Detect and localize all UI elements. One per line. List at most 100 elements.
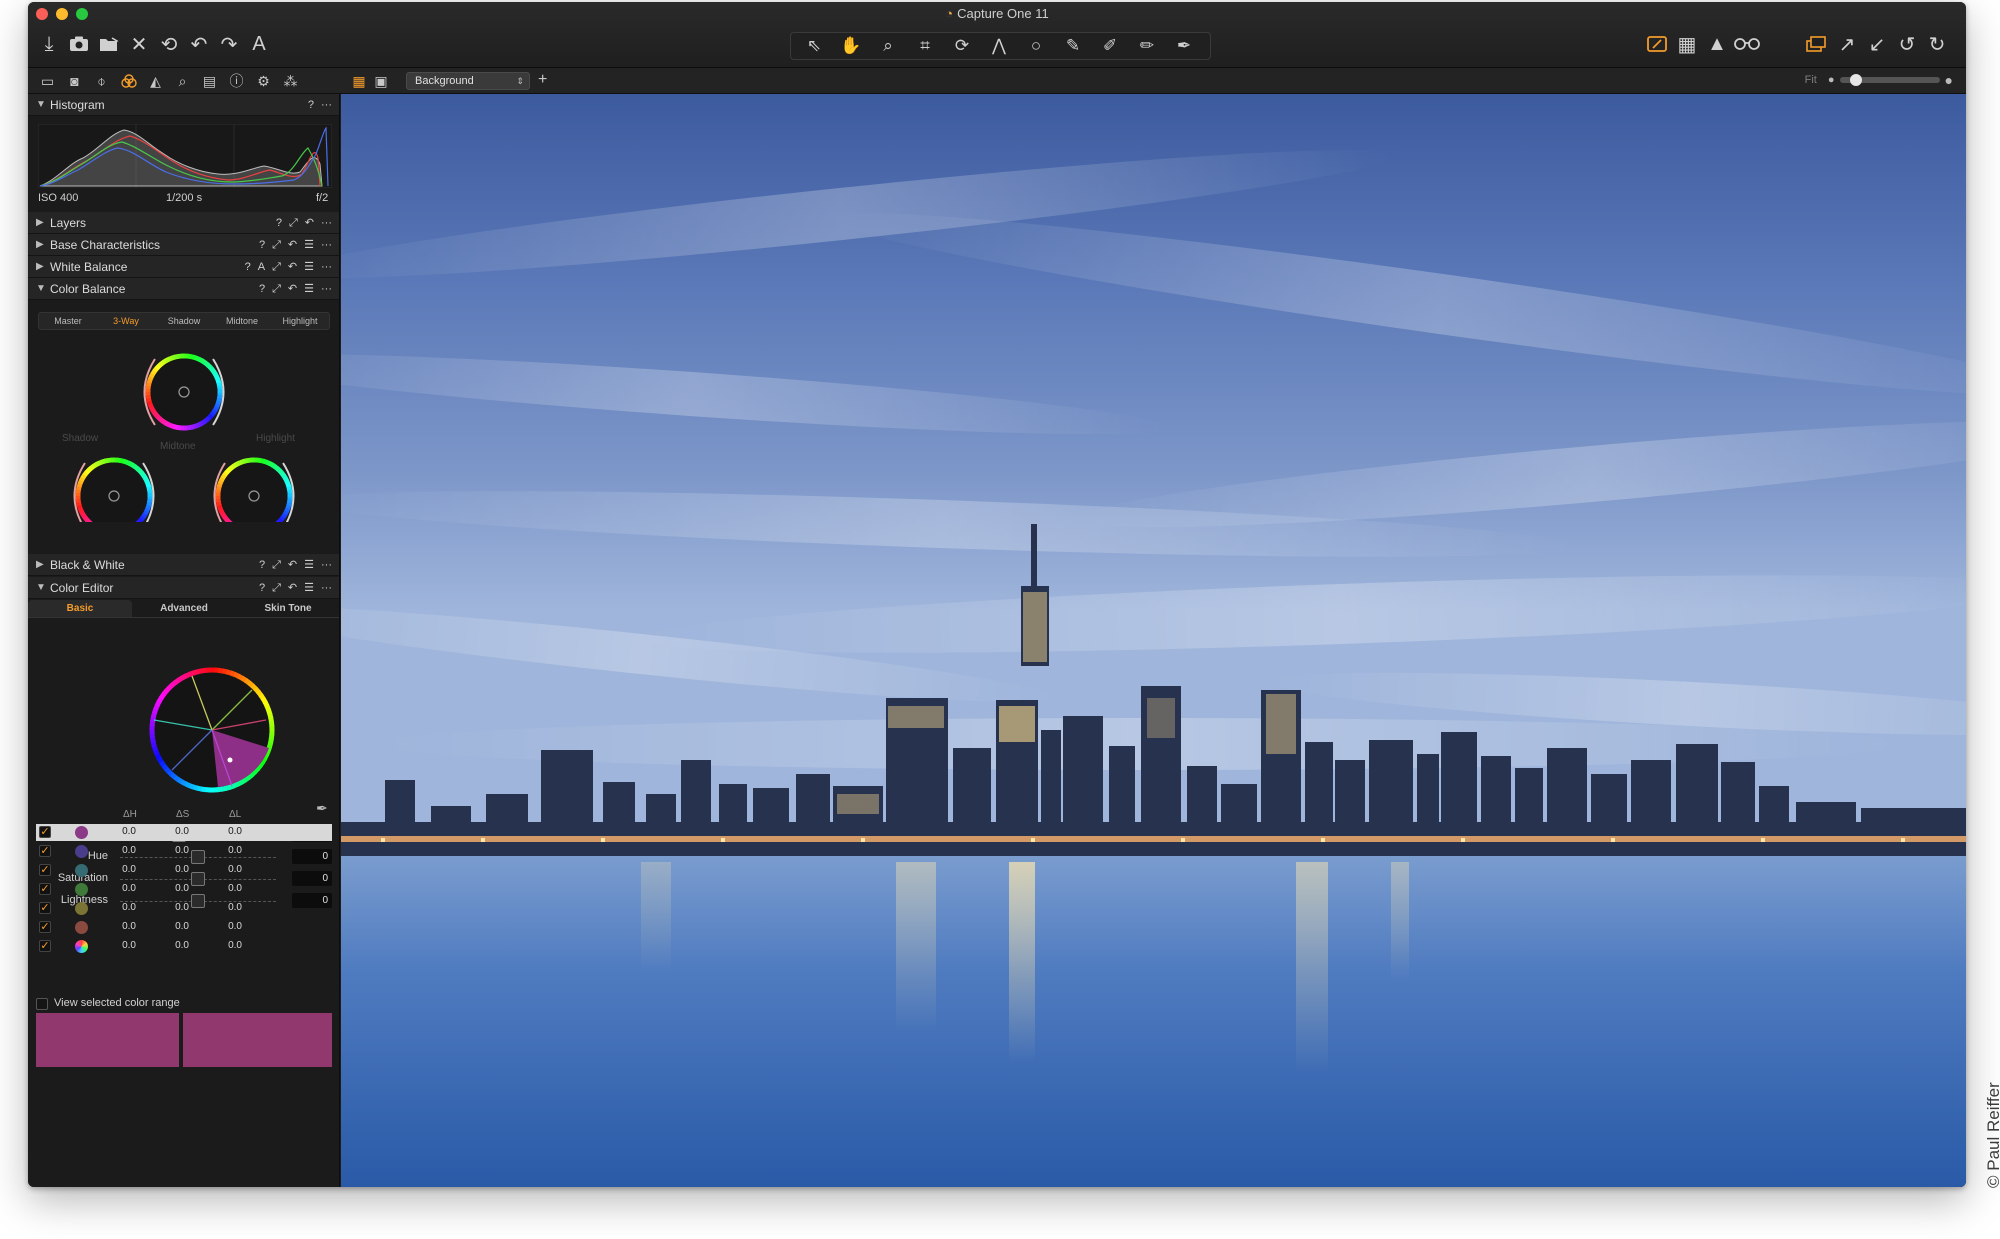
variants-icon[interactable] — [1804, 29, 1830, 59]
eraser-icon[interactable]: ✐ — [1093, 34, 1127, 58]
color-range-enable-checkbox[interactable]: ✓ — [39, 864, 51, 876]
help-icon[interactable]: ? — [259, 278, 265, 300]
keystone-icon[interactable]: ⋀ — [982, 34, 1016, 58]
color-range-enable-checkbox[interactable]: ✓ — [39, 902, 51, 914]
help-icon[interactable]: ? — [308, 94, 314, 116]
layers-header[interactable]: ▶ Layers ? ⤢ ↶ ··· — [28, 212, 339, 234]
local-adjust-tab-icon[interactable]: ▤ — [196, 70, 223, 92]
multi-view-icon[interactable]: ▦ — [348, 71, 370, 91]
delete-icon[interactable]: ✕ — [126, 29, 152, 59]
spot-removal-icon[interactable]: ○ — [1019, 34, 1053, 58]
color-range-swatch[interactable] — [75, 921, 88, 934]
color-range-row[interactable]: ✓ 0.0 0.0 0.0 — [36, 862, 332, 879]
redo-icon[interactable]: ↷ — [216, 29, 242, 59]
color-range-swatch[interactable] — [75, 864, 88, 877]
folder-open-icon[interactable] — [96, 29, 122, 59]
reset-icon[interactable]: ↶ — [288, 577, 297, 599]
presets-icon[interactable]: ☰ — [304, 278, 314, 300]
zoom-slider-thumb[interactable] — [1850, 74, 1863, 86]
text-overlay-icon[interactable]: A — [246, 29, 272, 59]
settings-tab-icon[interactable]: ⚙ — [250, 70, 277, 92]
help-icon[interactable]: ? — [259, 234, 265, 256]
color-balance-tab-midtone[interactable]: Midtone — [213, 313, 271, 329]
color-editor-header[interactable]: ▼ Color Editor ? ⤢ ↶ ☰ ··· — [28, 577, 339, 599]
color-editor-wheel[interactable] — [142, 660, 282, 800]
capture-tab-icon[interactable]: ◙ — [61, 70, 88, 92]
color-editor-tab-skin-tone[interactable]: Skin Tone — [236, 600, 339, 617]
crop-icon[interactable]: ⌗ — [908, 34, 942, 58]
more-icon[interactable]: ··· — [321, 94, 332, 116]
undo-history-icon[interactable]: ⟲ — [156, 29, 182, 59]
color-range-row[interactable]: ✓ 0.0 0.0 0.0 — [36, 881, 332, 898]
more-icon[interactable]: ··· — [321, 554, 332, 576]
color-balance-header[interactable]: ▼ Color Balance ? ⤢ ↶ ☰ ··· — [28, 278, 339, 300]
color-range-swatch[interactable] — [75, 940, 88, 953]
color-range-row[interactable]: ✓ 0.0 0.0 0.0 — [36, 824, 332, 841]
zoom-icon[interactable]: ⌕ — [871, 34, 905, 58]
brush-icon[interactable]: ✎ — [1056, 34, 1090, 58]
zoom-slider[interactable] — [1839, 74, 1940, 86]
presets-icon[interactable]: ☰ — [304, 554, 314, 576]
color-picker-icon[interactable]: ✒ — [1167, 34, 1201, 58]
color-balance-tab-highlight[interactable]: Highlight — [271, 313, 329, 329]
rotate-icon[interactable]: ⟳ — [945, 34, 979, 58]
reset-icon[interactable]: ↶ — [305, 212, 314, 234]
color-balance-tab-master[interactable]: Master — [39, 313, 97, 329]
histogram-header[interactable]: ▼ Histogram ? ··· — [28, 94, 339, 116]
more-icon[interactable]: ··· — [321, 256, 332, 278]
camera-capture-icon[interactable] — [66, 29, 92, 59]
import-icon[interactable]: ⤓ — [36, 29, 62, 59]
proof-glasses-icon[interactable] — [1734, 29, 1760, 59]
help-icon[interactable]: ? — [245, 256, 251, 278]
help-icon[interactable]: ? — [259, 577, 265, 599]
color-range-swatch[interactable] — [75, 883, 88, 896]
refresh-icon[interactable]: ↻ — [1924, 29, 1950, 59]
photo-city-skyline[interactable] — [341, 94, 1966, 1187]
color-range-enable-checkbox[interactable]: ✓ — [39, 883, 51, 895]
exposure-tab-icon[interactable]: ◭ — [142, 70, 169, 92]
color-range-swatch[interactable] — [75, 845, 88, 858]
copy-icon[interactable]: ⤢ — [272, 554, 281, 576]
undo-icon[interactable]: ↶ — [186, 29, 212, 59]
styles-tab-icon[interactable]: ⁂ — [277, 70, 304, 92]
white-balance-header[interactable]: ▶ White Balance ? A ⤢ ↶ ☰ ··· — [28, 256, 339, 278]
shadow-wheel[interactable] — [73, 457, 155, 522]
metadata-tab-icon[interactable]: ⓘ — [223, 70, 250, 92]
details-tab-icon[interactable]: ⌕ — [169, 70, 196, 92]
color-range-row[interactable]: ✓ 0.0 0.0 0.0 — [36, 900, 332, 917]
apply-adjustments-icon[interactable]: ↙ — [1864, 29, 1890, 59]
image-viewer[interactable] — [341, 94, 1966, 1187]
color-editor-tab-advanced[interactable]: Advanced — [132, 600, 236, 617]
more-icon[interactable]: ··· — [321, 212, 332, 234]
color-range-swatch[interactable] — [75, 826, 88, 839]
copy-icon[interactable]: ⤢ — [272, 234, 281, 256]
more-icon[interactable]: ··· — [321, 278, 332, 300]
exposure-warning-icon[interactable]: ▲ — [1704, 29, 1730, 59]
reset-icon[interactable]: ↶ — [288, 554, 297, 576]
color-balance-tab-shadow[interactable]: Shadow — [155, 313, 213, 329]
grid-icon[interactable]: ▦ — [1674, 29, 1700, 59]
view-selected-color-range-checkbox[interactable] — [36, 998, 48, 1010]
color-balance-tab-3-way[interactable]: 3-Way — [97, 313, 155, 329]
copy-icon[interactable]: ⤢ — [272, 577, 281, 599]
reset-icon[interactable]: ↺ — [1894, 29, 1920, 59]
color-range-enable-checkbox[interactable]: ✓ — [39, 940, 51, 952]
color-editor-picked-point[interactable] — [227, 757, 233, 763]
gradient-mask-icon[interactable]: ✏ — [1130, 34, 1164, 58]
color-range-swatch[interactable] — [75, 902, 88, 915]
add-layer-button[interactable]: + — [538, 71, 547, 89]
zoom-fit-label[interactable]: Fit — [1805, 74, 1817, 86]
color-range-row[interactable]: ✓ 0.0 0.0 0.0 — [36, 919, 332, 936]
black-white-header[interactable]: ▶ Black & White ? ⤢ ↶ ☰ ··· — [28, 554, 339, 576]
midtone-wheel[interactable] — [143, 353, 225, 431]
color-range-row[interactable]: ✓ 0.0 0.0 0.0 — [36, 843, 332, 860]
more-icon[interactable]: ··· — [321, 577, 332, 599]
help-icon[interactable]: ? — [276, 212, 282, 234]
color-range-row[interactable]: ✓ 0.0 0.0 0.0 — [36, 938, 332, 955]
more-icon[interactable]: ··· — [321, 234, 332, 256]
help-icon[interactable]: ? — [259, 554, 265, 576]
copy-icon[interactable]: ⤢ — [272, 278, 281, 300]
edit-mode-icon[interactable] — [1644, 29, 1670, 59]
reset-icon[interactable]: ↶ — [288, 234, 297, 256]
layer-select[interactable]: Background ⇕ — [406, 72, 530, 90]
